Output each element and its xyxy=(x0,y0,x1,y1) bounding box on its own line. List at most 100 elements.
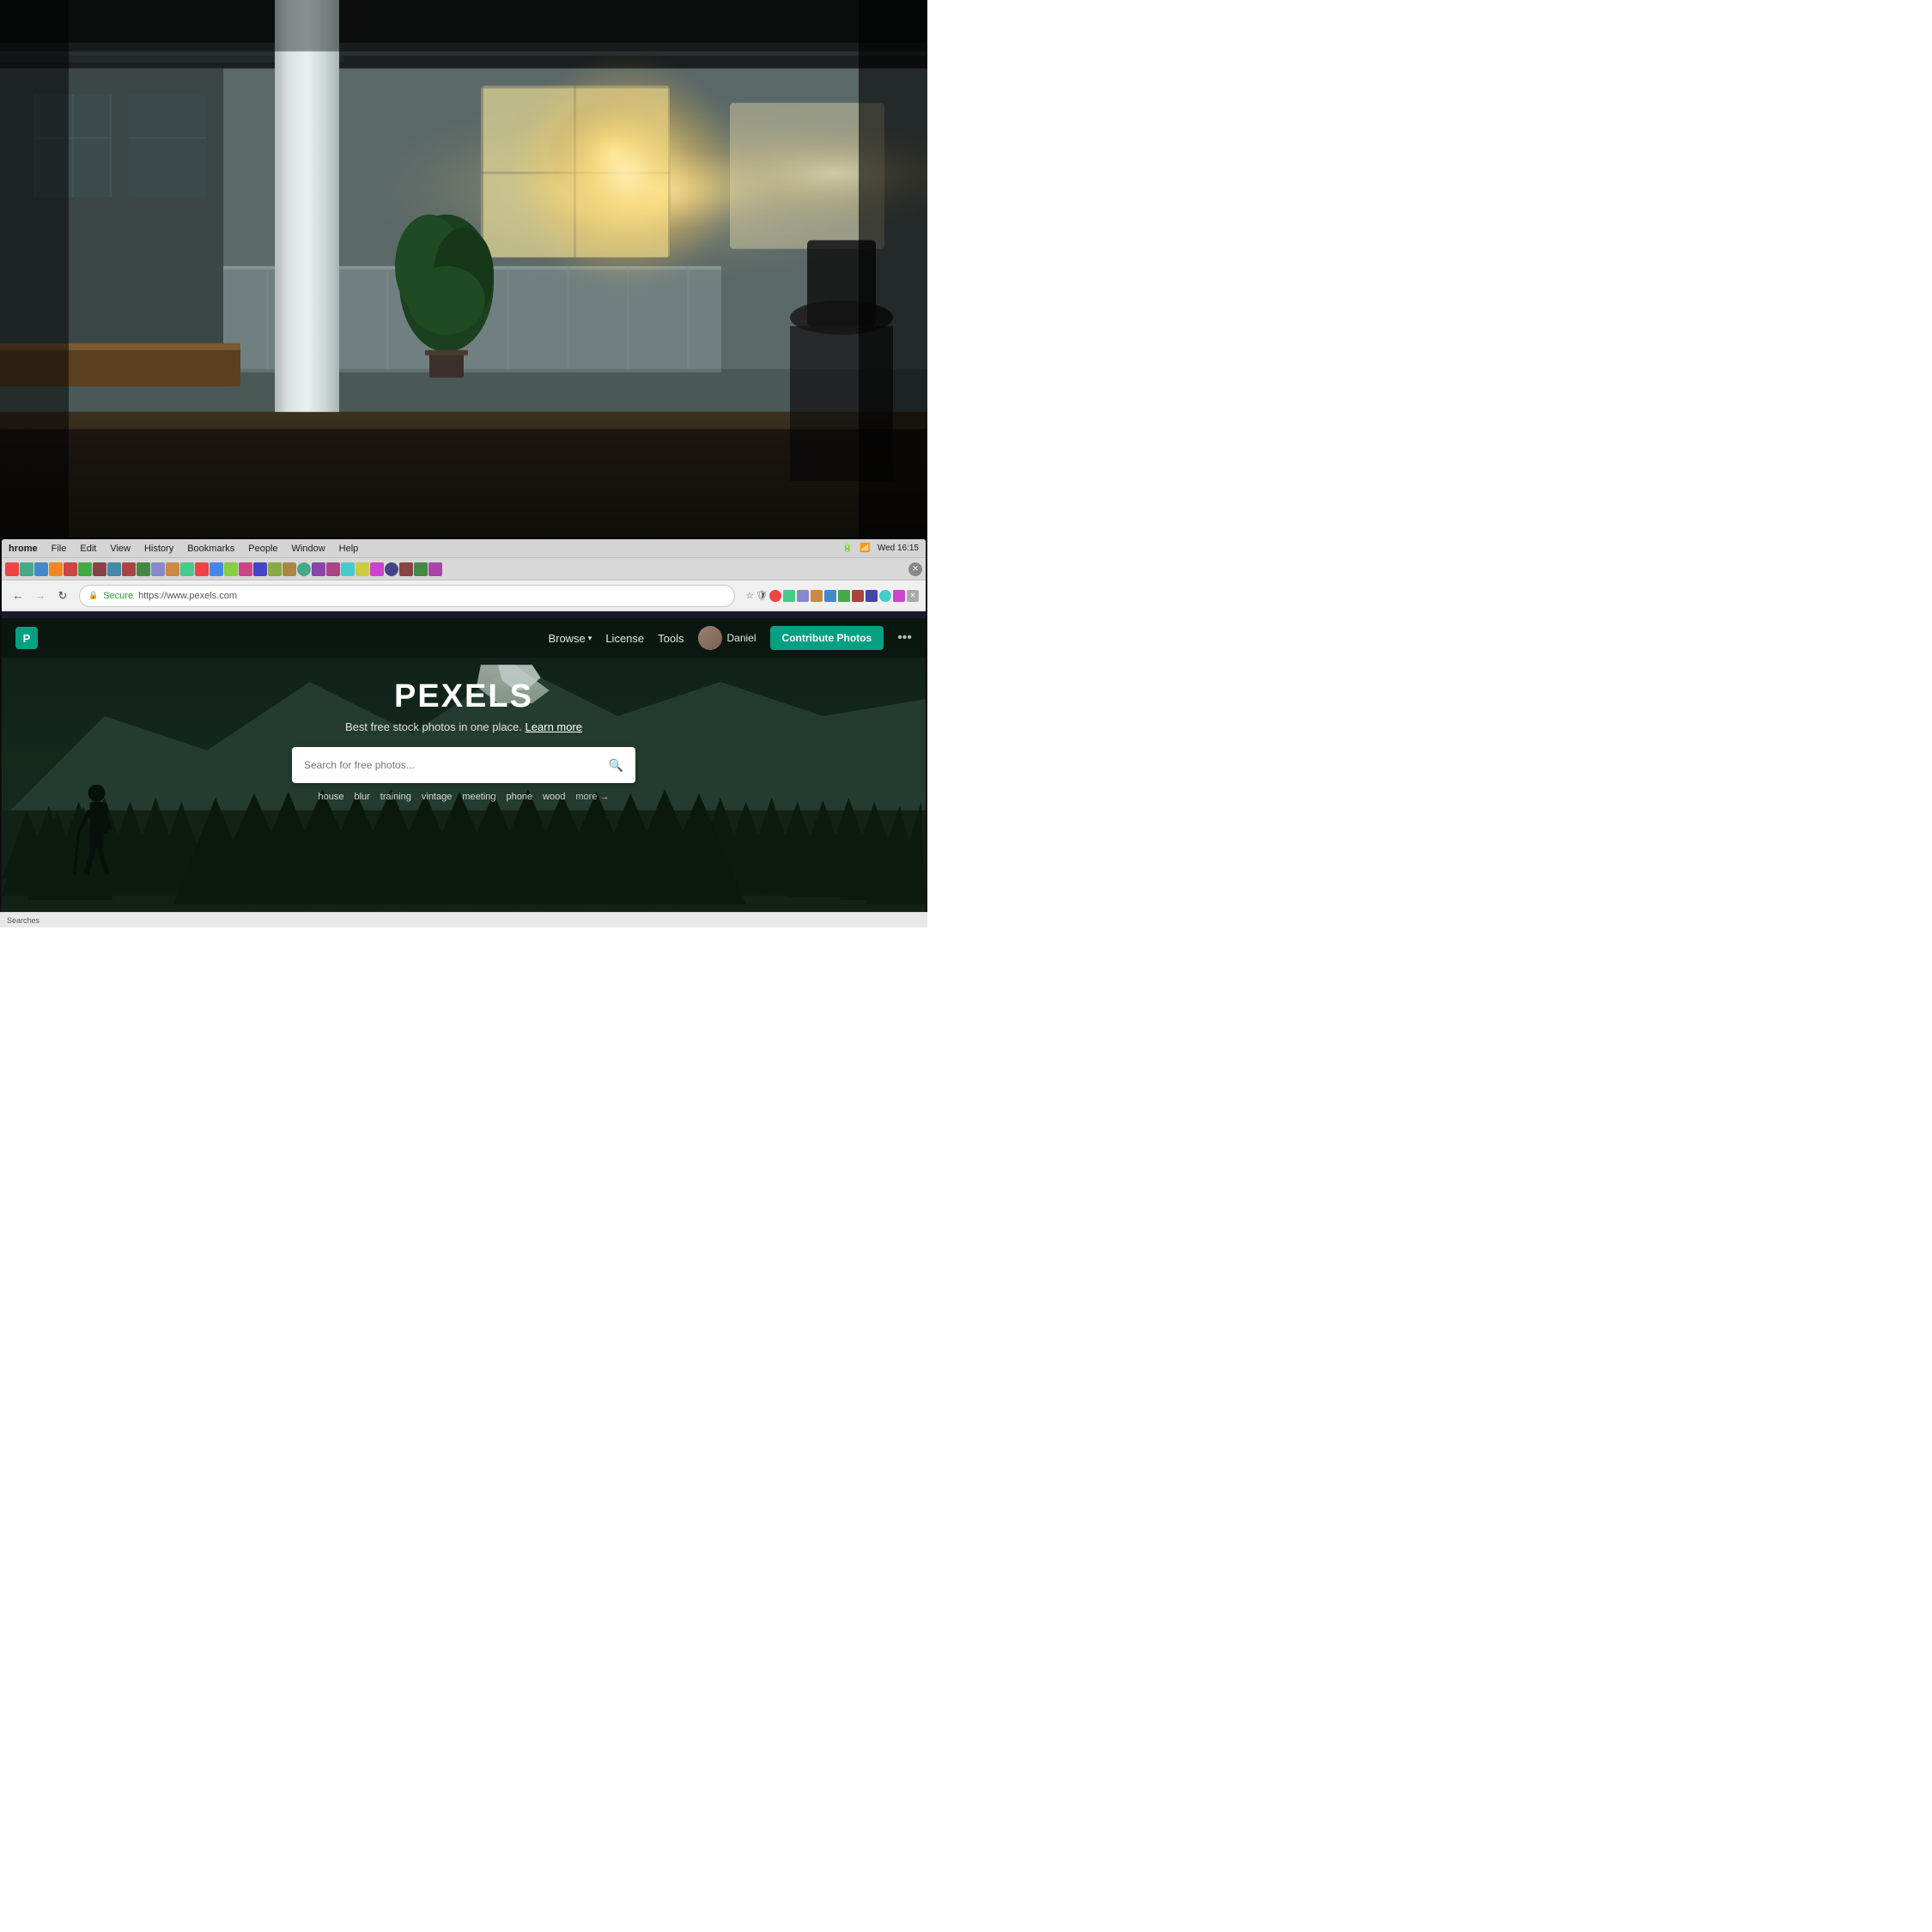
status-text: Searches xyxy=(7,916,39,925)
ext-right-6[interactable] xyxy=(838,590,850,602)
menu-view[interactable]: View xyxy=(110,544,131,554)
search-input[interactable] xyxy=(304,759,602,771)
more-tags-button[interactable]: more → xyxy=(575,792,609,802)
ext-icon-14[interactable] xyxy=(195,562,209,576)
ext-icon-3[interactable] xyxy=(34,562,48,576)
ext-icon-26[interactable] xyxy=(370,562,384,576)
menu-people[interactable]: People xyxy=(248,544,277,554)
ext-icon-19[interactable] xyxy=(268,562,282,576)
ext-icon-10[interactable] xyxy=(137,562,150,576)
ext-icon-17[interactable] xyxy=(239,562,252,576)
toolbar-right-icons: ☆ 🛡 ✕ xyxy=(745,590,919,602)
ext-icon-30[interactable] xyxy=(428,562,442,576)
search-tags: house blur training vintage meeting phon… xyxy=(318,792,609,802)
ext-icon-6[interactable] xyxy=(78,562,92,576)
monitor-area: hrome File Edit View History Bookmarks P… xyxy=(0,538,927,927)
ext-icon-11[interactable] xyxy=(151,562,165,576)
browse-nav-link[interactable]: Browse ▾ xyxy=(548,632,592,645)
ext-right-2[interactable] xyxy=(783,590,795,602)
more-tags-label: more → xyxy=(575,792,609,802)
tag-house[interactable]: house xyxy=(318,792,343,802)
more-options-button[interactable]: ••• xyxy=(897,630,912,646)
ext-right-3[interactable] xyxy=(797,590,809,602)
ext-right-9[interactable] xyxy=(879,590,891,602)
logo-letter: P xyxy=(23,632,31,645)
ext-icon-22[interactable] xyxy=(312,562,325,576)
learn-more-link[interactable]: Learn more xyxy=(526,720,582,733)
contribute-photos-button[interactable]: Contribute Photos xyxy=(770,626,884,650)
ext-icon-23[interactable] xyxy=(326,562,340,576)
ext-icon-7[interactable] xyxy=(93,562,106,576)
license-nav-link[interactable]: License xyxy=(605,632,644,645)
ext-right-8[interactable] xyxy=(866,590,878,602)
pexels-logo-area[interactable]: P xyxy=(15,627,38,649)
pexels-navbar: P Browse ▾ License Tools xyxy=(2,618,926,658)
ext-right-1[interactable] xyxy=(769,590,781,602)
browser-menubar: hrome File Edit View History Bookmarks P… xyxy=(2,539,926,558)
bookmark-icons-row: ✕ xyxy=(2,558,926,580)
ext-icon-4[interactable] xyxy=(49,562,63,576)
avatar-image xyxy=(698,626,722,650)
ext-icon-27[interactable] xyxy=(385,562,398,576)
search-bar[interactable]: 🔍 xyxy=(292,747,635,783)
ext-icon-24[interactable] xyxy=(341,562,355,576)
tag-vintage[interactable]: vintage xyxy=(422,792,452,802)
ext-icon-15[interactable] xyxy=(210,562,223,576)
ext-right-7[interactable] xyxy=(852,590,864,602)
tag-training[interactable]: training xyxy=(380,792,411,802)
user-avatar xyxy=(698,626,722,650)
address-bar[interactable]: 🔒 Secure https://www.pexels.com xyxy=(79,585,735,607)
ext-icon-21[interactable] xyxy=(297,562,311,576)
browser-chrome: hrome File Edit View History Bookmarks P… xyxy=(2,539,926,611)
menu-bookmarks[interactable]: Bookmarks xyxy=(187,544,234,554)
secure-label: Secure xyxy=(103,591,133,601)
secure-icon: 🔒 xyxy=(88,591,98,600)
tools-nav-link[interactable]: Tools xyxy=(658,632,683,645)
ext-icon-12[interactable] xyxy=(166,562,179,576)
ext-right-10[interactable] xyxy=(893,590,905,602)
hero-subtitle: Best free stock photos in one place. Lea… xyxy=(345,720,582,733)
ext-icon-29[interactable] xyxy=(414,562,428,576)
ext-icon-18[interactable] xyxy=(253,562,267,576)
menu-edit[interactable]: Edit xyxy=(80,544,96,554)
user-name: Daniel xyxy=(727,632,756,644)
ext-icon-25[interactable] xyxy=(355,562,369,576)
forward-button[interactable]: → xyxy=(31,586,50,605)
bookmark-icon[interactable]: ☆ xyxy=(745,590,754,601)
hero-title: PEXELS xyxy=(394,678,533,715)
tag-wood[interactable]: wood xyxy=(543,792,565,802)
back-button[interactable]: ← xyxy=(9,586,27,605)
ext-icon-5[interactable] xyxy=(64,562,77,576)
address-url: https://www.pexels.com xyxy=(138,591,237,601)
pexels-nav-right: Browse ▾ License Tools Daniel xyxy=(548,626,912,650)
ext-icon-13[interactable] xyxy=(180,562,194,576)
menu-file[interactable]: File xyxy=(52,544,67,554)
ext-icon-8[interactable] xyxy=(107,562,121,576)
reload-button[interactable]: ↻ xyxy=(53,586,72,605)
ext-icon-16[interactable] xyxy=(224,562,238,576)
menu-history[interactable]: History xyxy=(144,544,173,554)
tag-blur[interactable]: blur xyxy=(354,792,369,802)
menu-help[interactable]: Help xyxy=(339,544,359,554)
menu-chrome: hrome xyxy=(9,544,38,554)
ext-icon-20[interactable] xyxy=(283,562,296,576)
menu-window[interactable]: Window xyxy=(292,544,325,554)
ext-right-4[interactable] xyxy=(811,590,823,602)
ext-right-5[interactable] xyxy=(824,590,836,602)
close-icon[interactable]: ✕ xyxy=(908,562,922,576)
tag-phone[interactable]: phone xyxy=(507,792,533,802)
ext-icon-9[interactable] xyxy=(122,562,136,576)
ext-right-11[interactable]: ✕ xyxy=(907,590,919,602)
hero-content: PEXELS Best free stock photos in one pla… xyxy=(2,661,926,802)
tag-meeting[interactable]: meeting xyxy=(462,792,495,802)
status-bar: Searches xyxy=(0,912,927,927)
ext-icon-1[interactable] xyxy=(5,562,19,576)
search-icon: 🔍 xyxy=(609,758,623,773)
user-section[interactable]: Daniel xyxy=(698,626,756,650)
ext-icon-2[interactable] xyxy=(20,562,33,576)
shield-icon[interactable]: 🛡 xyxy=(756,590,768,601)
pexels-logo-icon: P xyxy=(15,627,38,649)
browse-label: Browse xyxy=(548,632,585,645)
monitor-screen: hrome File Edit View History Bookmarks P… xyxy=(2,539,926,926)
ext-icon-28[interactable] xyxy=(399,562,413,576)
